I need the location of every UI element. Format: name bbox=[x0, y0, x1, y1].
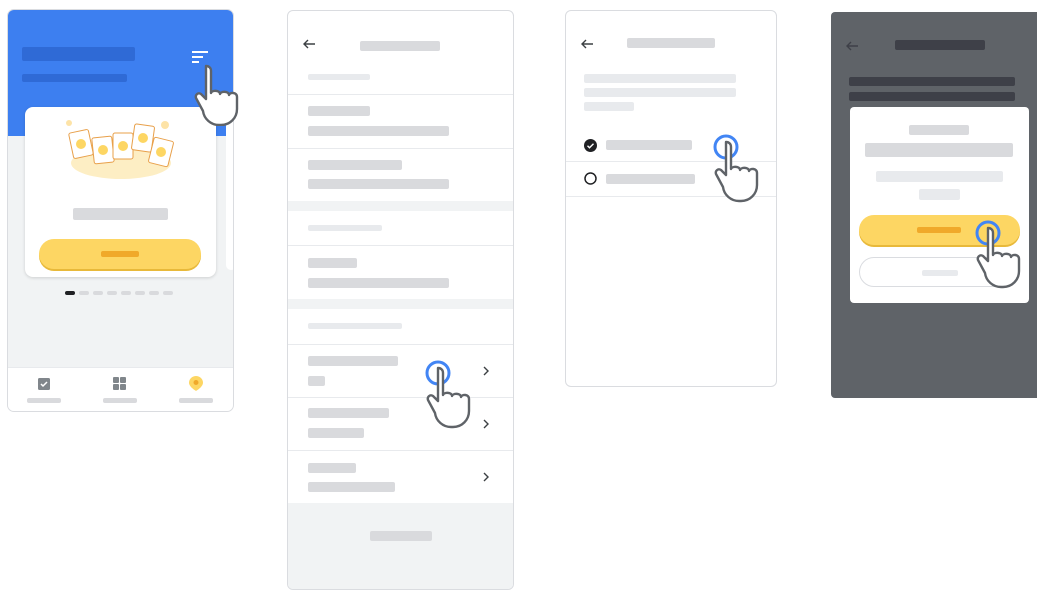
pager-dot[interactable] bbox=[135, 291, 145, 295]
group-separator bbox=[288, 201, 513, 211]
card-primary-button[interactable] bbox=[39, 239, 201, 269]
chevron-right-icon bbox=[483, 471, 490, 485]
radio-empty-icon bbox=[584, 172, 597, 185]
pager-dot-active[interactable] bbox=[65, 291, 75, 295]
list-item-subtitle bbox=[308, 179, 449, 189]
card-primary-button-label bbox=[101, 251, 139, 257]
chevron-right-icon bbox=[483, 418, 490, 432]
choice-option-label bbox=[606, 140, 692, 150]
list-item-subtitle bbox=[308, 126, 449, 136]
choice-option-label bbox=[606, 174, 695, 184]
list-item-subtitle bbox=[308, 482, 395, 492]
nav-item-2-label bbox=[103, 398, 137, 403]
list-item-subtitle bbox=[308, 278, 449, 288]
check-circle-icon bbox=[584, 139, 597, 152]
section-header bbox=[308, 225, 382, 231]
choice-title bbox=[627, 38, 715, 48]
pointing-hand-icon bbox=[971, 218, 1027, 296]
list-item-subtitle bbox=[308, 376, 325, 386]
list-item-title bbox=[308, 463, 356, 473]
list-item-row[interactable] bbox=[288, 451, 513, 503]
screen-settings-list bbox=[287, 10, 514, 590]
home-subtitle bbox=[22, 74, 127, 82]
pointing-hand-icon bbox=[709, 132, 765, 210]
feature-card[interactable] bbox=[25, 107, 216, 277]
card-title bbox=[73, 208, 168, 220]
list-item-title bbox=[308, 356, 398, 366]
dialog-heading bbox=[865, 143, 1013, 157]
nav-item-1-label bbox=[27, 398, 61, 403]
list-item-title bbox=[308, 106, 370, 116]
pager-dot[interactable] bbox=[163, 291, 173, 295]
screen-dialog bbox=[831, 12, 1037, 398]
list-item[interactable] bbox=[288, 149, 513, 201]
nav-item-3-label bbox=[179, 398, 213, 403]
list-item-title bbox=[308, 258, 357, 268]
dialog-bg-line bbox=[849, 92, 1015, 101]
location-pin-icon bbox=[189, 376, 203, 391]
dialog-bg-title bbox=[895, 40, 985, 50]
list-item-title bbox=[308, 408, 389, 418]
settings-title bbox=[360, 41, 440, 51]
group-separator bbox=[288, 299, 513, 309]
dialog-cancel-button-label bbox=[922, 270, 958, 276]
list-item-row[interactable] bbox=[288, 398, 513, 450]
choice-description-line bbox=[584, 102, 634, 111]
nav-item-2[interactable] bbox=[102, 376, 138, 406]
clipboard-icon bbox=[38, 377, 50, 390]
bottom-nav bbox=[8, 367, 233, 411]
footer-area bbox=[288, 503, 513, 589]
grid-icon bbox=[113, 377, 126, 390]
footer-link[interactable] bbox=[370, 531, 432, 541]
dialog-body-line bbox=[876, 171, 1003, 182]
home-title bbox=[22, 47, 135, 61]
list-item-row[interactable] bbox=[288, 345, 513, 397]
dialog-body-line bbox=[919, 189, 960, 200]
next-card-peek bbox=[226, 108, 233, 270]
choice-description-line bbox=[584, 74, 736, 83]
back-arrow-icon[interactable] bbox=[581, 38, 593, 51]
dialog-title bbox=[909, 125, 969, 135]
back-arrow-icon bbox=[846, 40, 858, 53]
section-header bbox=[308, 323, 402, 329]
section-header bbox=[308, 74, 370, 80]
dialog-confirm-button-label bbox=[917, 227, 961, 233]
emoji-illustration bbox=[65, 119, 177, 181]
list-item-title bbox=[308, 160, 402, 170]
dialog-bg-line bbox=[849, 77, 1015, 86]
pointing-hand-icon bbox=[421, 358, 477, 436]
pager-dot[interactable] bbox=[107, 291, 117, 295]
pager-dot[interactable] bbox=[149, 291, 159, 295]
nav-item-1[interactable] bbox=[26, 376, 62, 406]
carousel-pager[interactable] bbox=[65, 291, 177, 295]
pager-dot[interactable] bbox=[79, 291, 89, 295]
back-arrow-icon[interactable] bbox=[303, 38, 315, 51]
pager-dot[interactable] bbox=[93, 291, 103, 295]
chevron-right-icon bbox=[483, 365, 490, 379]
nav-item-3[interactable] bbox=[178, 376, 214, 406]
list-item-subtitle bbox=[308, 428, 364, 438]
list-item[interactable] bbox=[288, 95, 513, 148]
pointing-hand-icon bbox=[192, 60, 248, 127]
choice-description-line bbox=[584, 88, 736, 97]
list-item[interactable] bbox=[288, 246, 513, 299]
pager-dot[interactable] bbox=[121, 291, 131, 295]
